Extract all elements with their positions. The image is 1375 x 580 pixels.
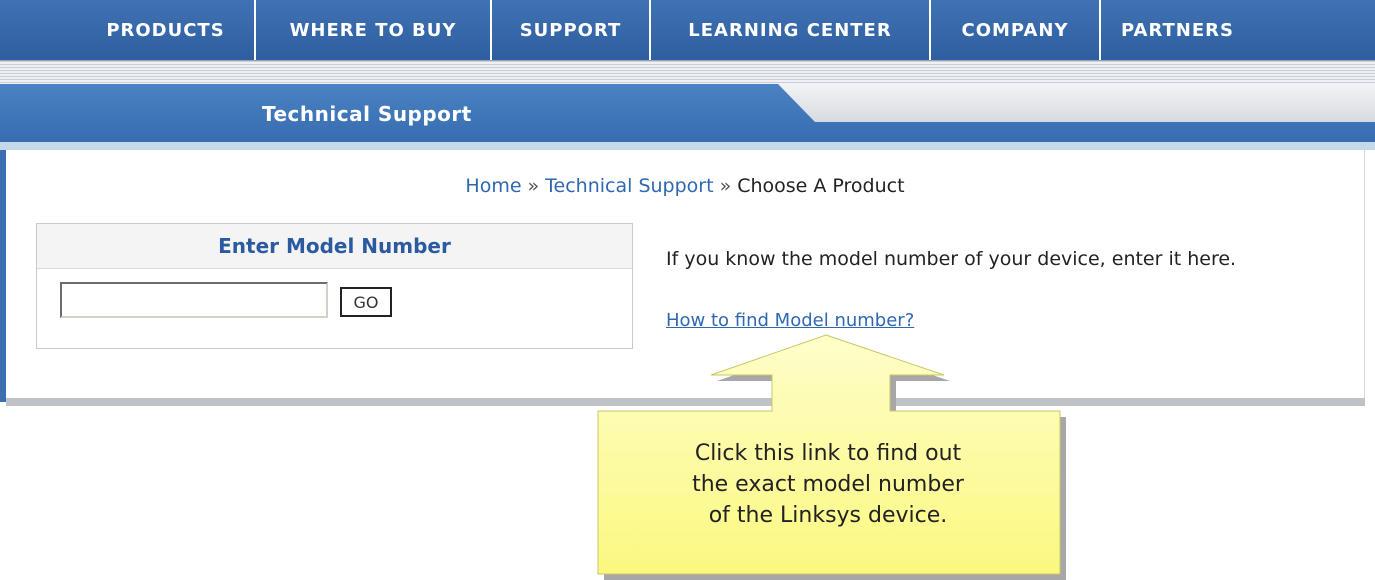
section-header: Technical Support (0, 84, 1375, 150)
breadcrumb-separator: » (719, 175, 732, 197)
callout-line: of the Linksys device. (708, 503, 948, 528)
model-number-instructions: If you know the model number of your dev… (666, 248, 1237, 270)
model-number-box-title: Enter Model Number (37, 224, 632, 269)
nav-item-products[interactable]: PRODUCTS (77, 0, 254, 60)
header-divider-stripe (0, 60, 1375, 85)
nav-item-company[interactable]: COMPANY (929, 0, 1099, 60)
breadcrumb-support-link[interactable]: Technical Support (545, 175, 713, 197)
breadcrumb: Home» Technical Support» Choose A Product (6, 175, 1364, 197)
top-navigation: PRODUCTS WHERE TO BUY SUPPORT LEARNING C… (0, 0, 1375, 60)
model-number-input[interactable] (60, 282, 328, 318)
page-title: Technical Support (262, 102, 472, 126)
breadcrumb-current: Choose A Product (737, 175, 905, 197)
callout-text: Click this link to find out the exact mo… (598, 438, 1058, 531)
breadcrumb-home-link[interactable]: Home (465, 175, 521, 197)
section-header-tab-shape (778, 84, 1375, 122)
nav-item-where-to-buy[interactable]: WHERE TO BUY (254, 0, 490, 60)
model-number-box: Enter Model Number GO (36, 223, 633, 349)
how-to-find-model-number-link[interactable]: How to find Model number? (666, 310, 914, 331)
breadcrumb-separator: » (527, 175, 540, 197)
section-header-underline (0, 142, 1375, 150)
callout-line: Click this link to find out (694, 441, 962, 466)
callout-line: the exact model number (692, 472, 964, 497)
go-button[interactable]: GO (340, 287, 392, 317)
nav-item-support[interactable]: SUPPORT (490, 0, 649, 60)
nav-item-partners[interactable]: PARTNERS (1099, 0, 1275, 60)
nav-item-learning-center[interactable]: LEARNING CENTER (649, 0, 929, 60)
